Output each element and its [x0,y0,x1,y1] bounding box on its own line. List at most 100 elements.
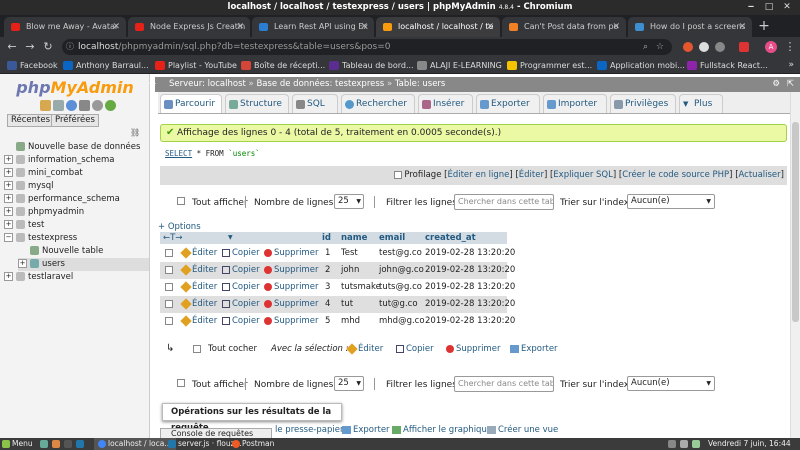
cell-created-at[interactable]: 2019-02-28 13:20:20 [425,279,515,296]
sidebar-item-database[interactable]: + mini_combat [4,167,83,180]
cell-name[interactable]: Test [341,245,358,262]
bookmark-star-icon[interactable]: ☆ [656,39,664,55]
bulk-export-button[interactable]: Exporter [510,341,558,357]
profiling-checkbox[interactable] [393,170,402,179]
copy-row-button[interactable]: Copier [222,245,260,262]
tab-close-icon[interactable]: ✕ [738,17,746,37]
column-header-email[interactable]: email [379,232,405,244]
tab-export[interactable]: Exporter [476,94,540,113]
reload-icon[interactable]: ↻ [40,37,56,57]
cell-email[interactable]: tut@g.co [379,296,418,313]
browser-tab[interactable]: Node Express Js Creatin ✕ [128,17,250,37]
explain-sql-link[interactable]: Expliquer SQL [553,170,613,180]
row-checkbox[interactable] [165,300,173,308]
edit-row-button[interactable]: Éditer [180,296,217,313]
link-chain-icon[interactable]: ⛓ [130,128,140,137]
cell-email[interactable]: john@g.co [379,262,424,279]
minimize-icon[interactable]: ‒ [742,0,760,15]
expand-icon[interactable]: + [4,220,13,229]
more-bookmarks-icon[interactable]: » [788,57,794,74]
refresh-link[interactable]: Actualiser [739,170,781,180]
expand-icon[interactable]: + [4,207,13,216]
tab-sql[interactable]: SQL [292,94,338,113]
taskbar-item-postman[interactable]: Postman [232,438,274,450]
tab-close-icon[interactable]: ✕ [112,17,120,37]
create-view-link[interactable]: Créer une vue [487,423,558,437]
delete-row-button[interactable]: Supprimer [264,245,318,262]
cell-created-at[interactable]: 2019-02-28 13:20:20 [425,296,515,313]
check-all-label[interactable]: Tout cocher [208,341,257,357]
tab-favorites[interactable]: Préférées [51,114,99,127]
collapse-breadcrumb-icon[interactable]: ⇱ [787,77,794,92]
tab-close-icon[interactable]: ✕ [612,17,620,37]
tab-import[interactable]: Importer [543,94,607,113]
cell-name[interactable]: john [341,262,359,279]
settings-gear-icon[interactable]: ⚙ [772,77,780,92]
cell-id[interactable]: 2 [325,262,330,279]
settings-gear-icon[interactable] [92,100,103,111]
menu-kebab-icon[interactable]: ⋮ [782,37,798,57]
bulk-delete-button[interactable]: Supprimer [446,341,500,357]
tab-structure[interactable]: Structure [225,94,289,113]
forward-icon[interactable]: → [22,37,38,57]
copy-row-button[interactable]: Copier [222,313,260,330]
cell-created-at[interactable]: 2019-02-28 13:20:20 [425,245,515,262]
show-all-checkbox[interactable] [177,379,185,387]
back-icon[interactable]: ← [4,37,20,57]
sidebar-item-database-expanded[interactable]: − testexpress [4,232,77,245]
bulk-edit-button[interactable]: Éditer [346,341,383,357]
copy-row-button[interactable]: Copier [222,279,260,296]
extension-icon[interactable] [739,42,749,52]
column-header-id[interactable]: id [322,232,331,244]
network-icon[interactable] [668,440,676,448]
bookmark-item[interactable]: Playlist - YouTube [154,57,237,74]
show-desktop-icon[interactable] [40,440,48,448]
edit-inline-link[interactable]: Éditer en ligne [447,170,509,180]
sidebar-item-database[interactable]: + information_schema [4,154,115,167]
copy-row-button[interactable]: Copier [222,262,260,279]
export-results-link[interactable]: Exporter [342,423,390,437]
create-php-code-link[interactable]: Créer le code source PHP [622,170,729,180]
column-header-name[interactable]: name [341,232,367,244]
clock[interactable]: Vendredi 7 juin, 16:44 [708,438,791,450]
row-checkbox[interactable] [165,317,173,325]
cell-name[interactable]: mhd [341,313,360,330]
bookmark-item[interactable]: Fullstack React... [686,57,768,74]
row-checkbox[interactable] [165,266,173,274]
sidebar-item-database[interactable]: + performance_schema [4,193,120,206]
browser-tab[interactable]: Learn Rest API using Ex ✕ [252,17,374,37]
cell-id[interactable]: 4 [325,296,330,313]
tab-recent[interactable]: Récentes [7,114,55,127]
info-icon[interactable]: ⓘ [66,39,74,55]
tab-insert[interactable]: Insérer [418,94,473,113]
sort-index-select[interactable]: Aucun(e) ▼ [627,376,715,391]
delete-row-button[interactable]: Supprimer [264,313,318,330]
breadcrumb-server[interactable]: Serveur: localhost [169,79,246,89]
home-icon[interactable] [40,100,51,111]
bulk-copy-button[interactable]: Copier [396,341,434,357]
copy-to-clipboard-link[interactable]: le presse-papiers [275,423,348,437]
check-all-checkbox[interactable] [193,345,201,353]
bookmark-item[interactable]: Application mobi... [596,57,685,74]
extension-icon[interactable] [699,42,709,52]
maximize-icon[interactable]: □ [760,0,778,15]
edit-link[interactable]: Éditer [519,170,544,180]
filter-rows-input[interactable]: Chercher dans cette table [454,194,554,210]
start-menu-button[interactable]: Menu [2,438,33,450]
page-scrollbar[interactable] [790,92,800,438]
logout-icon[interactable] [53,100,64,111]
column-resize-arrows[interactable]: ←T→ [163,232,182,244]
cell-created-at[interactable]: 2019-02-28 13:20:20 [425,313,515,330]
tab-close-icon[interactable]: ✕ [360,17,368,37]
display-chart-link[interactable]: Afficher le graphique [392,423,492,437]
bookmark-item[interactable]: ALAJI E-LEARNING [416,57,502,74]
browser-tab[interactable]: Blow me Away - Avatar ✕ [4,17,126,37]
extension-icon[interactable] [715,42,725,52]
show-all-checkbox[interactable] [177,197,185,205]
cell-name[interactable]: tut [341,296,353,313]
zoom-search-icon[interactable]: ⌕ [643,39,648,55]
edit-row-button[interactable]: Éditer [180,313,217,330]
collapse-nav-icon[interactable]: ← [149,77,156,92]
scrollbar-thumb[interactable] [792,122,799,322]
filter-rows-input[interactable]: Chercher dans cette table [454,376,554,392]
